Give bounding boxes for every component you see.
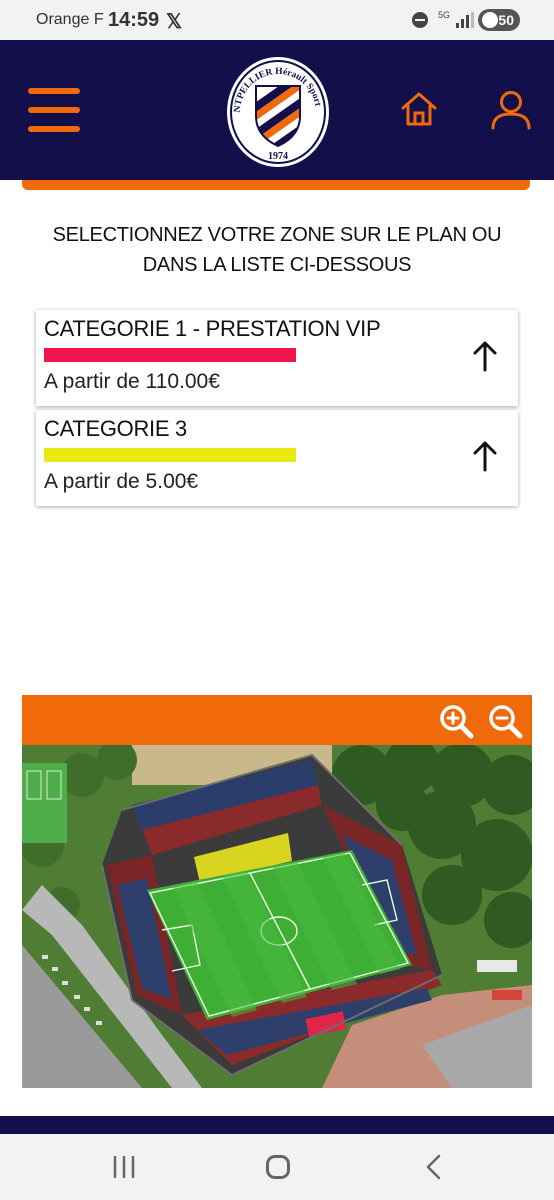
category-price: A partir de 5.00€: [44, 470, 199, 493]
system-nav-bar: [0, 1134, 554, 1200]
zone-selection-instruction: SELECTIONNEZ VOTRE ZONE SUR LE PLAN OU D…: [20, 220, 534, 280]
category-name: CATEGORIE 1 - PRESTATION VIP: [44, 316, 381, 341]
arrow-up-icon[interactable]: [472, 340, 498, 372]
battery-level: 50: [498, 12, 514, 28]
signal-icon: [456, 12, 474, 28]
category-price: A partir de 110.00€: [44, 370, 220, 393]
clock: 14:59: [108, 9, 160, 31]
category-color-bar: [44, 348, 296, 362]
recent-apps-icon[interactable]: [112, 1156, 136, 1178]
network-type: 5G: [438, 10, 451, 20]
zoom-in-icon[interactable]: [438, 703, 474, 739]
home-icon[interactable]: [400, 91, 438, 127]
carrier-name: Orange F: [36, 11, 104, 28]
user-icon[interactable]: [490, 90, 532, 130]
site-footer: [0, 1116, 554, 1134]
instruction-line-1: SELECTIONNEZ VOTRE ZONE SUR LE PLAN OU: [52, 224, 502, 246]
stadium-map-panel: [22, 695, 532, 1088]
hamburger-menu-icon[interactable]: [28, 88, 80, 132]
header-accent-strip: [22, 180, 530, 190]
instruction-line-2: DANS LA LISTE CI-DESSOUS: [142, 254, 412, 276]
category-name: CATEGORIE 3: [44, 416, 187, 441]
do-not-disturb-icon: [412, 12, 428, 28]
x-logo-icon: 𝕏: [166, 11, 183, 33]
arrow-up-icon[interactable]: [472, 440, 498, 472]
battery-indicator: 50: [478, 9, 520, 31]
home-circle-icon[interactable]: [266, 1155, 290, 1179]
zoom-out-icon[interactable]: [487, 703, 523, 739]
map-toolbar: [22, 695, 532, 745]
logo-year: 1974: [268, 151, 288, 162]
club-logo[interactable]: MONTPELLIER Hérault Sport Club 1974: [226, 56, 330, 168]
status-bar: Orange F 14:59 𝕏 5G 50: [0, 0, 554, 40]
battery-saver-icon: [482, 12, 498, 28]
stadium-map[interactable]: [22, 745, 532, 1088]
back-icon[interactable]: [424, 1154, 444, 1180]
category-card-1[interactable]: CATEGORIE 1 - PRESTATION VIP A partir de…: [36, 310, 518, 406]
category-card-2[interactable]: CATEGORIE 3 A partir de 5.00€: [36, 410, 518, 506]
category-color-bar: [44, 448, 296, 462]
